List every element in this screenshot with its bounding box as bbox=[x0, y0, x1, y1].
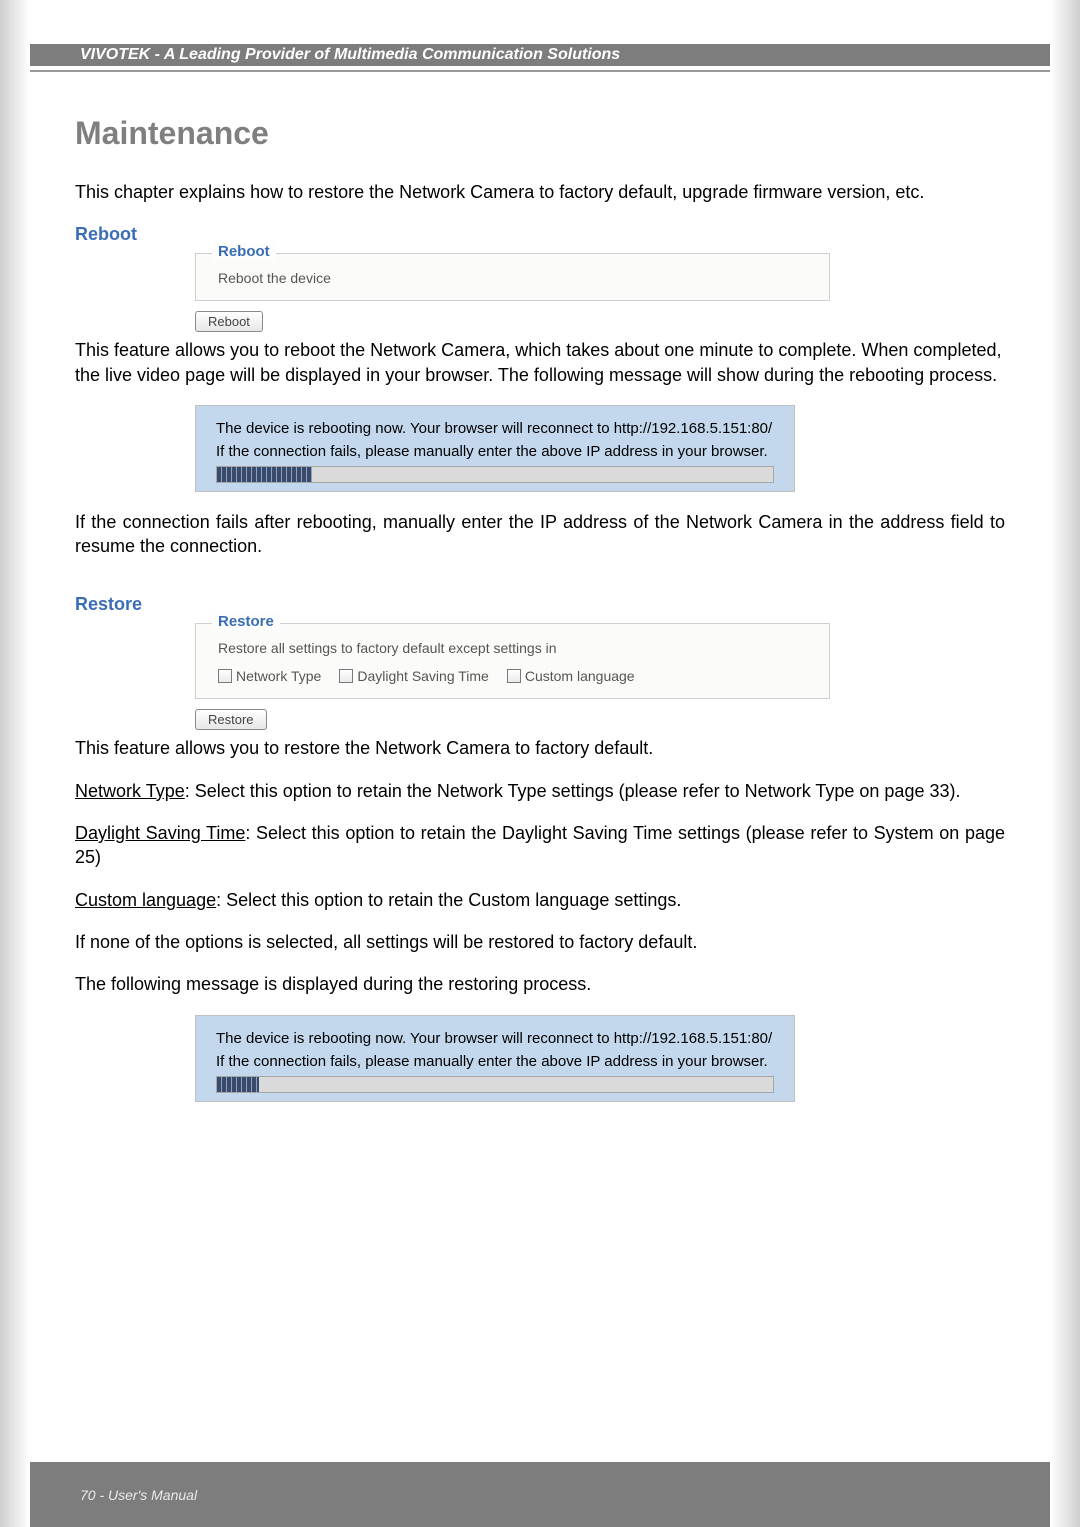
reboot-message-box: The device is rebooting now. Your browse… bbox=[195, 405, 795, 492]
reboot-desc: Reboot the device bbox=[218, 270, 807, 286]
custom-language-label: Custom language bbox=[75, 890, 216, 910]
checkbox-network-type[interactable] bbox=[218, 669, 232, 683]
reboot-msg-line1: The device is rebooting now. Your browse… bbox=[216, 420, 774, 437]
checkbox-label-custom-language: Custom language bbox=[525, 668, 635, 684]
restore-button[interactable]: Restore bbox=[195, 709, 267, 730]
restore-desc: Restore all settings to factory default … bbox=[218, 640, 807, 656]
page-title: Maintenance bbox=[75, 115, 1005, 152]
reboot-progress bbox=[216, 466, 774, 483]
reboot-paragraph-1: This feature allows you to reboot the Ne… bbox=[75, 338, 1005, 387]
network-type-label: Network Type bbox=[75, 781, 185, 801]
reboot-msg-line2: If the connection fails, please manually… bbox=[216, 443, 774, 460]
daylight-saving-label: Daylight Saving Time bbox=[75, 823, 245, 843]
checkbox-label-network-type: Network Type bbox=[236, 668, 321, 684]
restore-paragraph-dst: Daylight Saving Time: Select this option… bbox=[75, 821, 1005, 870]
restore-paragraph-cl: Custom language: Select this option to r… bbox=[75, 888, 1005, 912]
restore-legend: Restore bbox=[212, 613, 280, 630]
restore-paragraph-nt: Network Type: Select this option to reta… bbox=[75, 779, 1005, 803]
header-text: VIVOTEK - A Leading Provider of Multimed… bbox=[80, 46, 620, 64]
restore-paragraph-1: This feature allows you to restore the N… bbox=[75, 736, 1005, 760]
restore-paragraph-4: If none of the options is selected, all … bbox=[75, 930, 1005, 954]
footer-text: 70 - User's Manual bbox=[80, 1487, 197, 1503]
restore-msg-line1: The device is rebooting now. Your browse… bbox=[216, 1030, 774, 1047]
reboot-fieldset: Reboot Reboot the device bbox=[195, 253, 830, 301]
network-type-rest: : Select this option to retain the Netwo… bbox=[185, 781, 961, 801]
restore-msg-line2: If the connection fails, please manually… bbox=[216, 1053, 774, 1070]
page-footer: 70 - User's Manual bbox=[30, 1462, 1050, 1527]
restore-paragraph-5: The following message is displayed durin… bbox=[75, 972, 1005, 996]
restore-fieldset: Restore Restore all settings to factory … bbox=[195, 623, 830, 699]
custom-language-rest: : Select this option to retain the Custo… bbox=[216, 890, 681, 910]
reboot-paragraph-2: If the connection fails after rebooting,… bbox=[75, 510, 1005, 559]
reboot-button[interactable]: Reboot bbox=[195, 311, 263, 332]
page-header: VIVOTEK - A Leading Provider of Multimed… bbox=[30, 44, 1050, 84]
reboot-legend: Reboot bbox=[212, 243, 276, 260]
checkbox-daylight-saving[interactable] bbox=[339, 669, 353, 683]
restore-heading: Restore bbox=[75, 594, 1005, 615]
reboot-heading: Reboot bbox=[75, 224, 1005, 245]
checkbox-custom-language[interactable] bbox=[507, 669, 521, 683]
restore-message-box: The device is rebooting now. Your browse… bbox=[195, 1015, 795, 1102]
restore-progress bbox=[216, 1076, 774, 1093]
checkbox-label-daylight-saving: Daylight Saving Time bbox=[357, 668, 489, 684]
intro-paragraph: This chapter explains how to restore the… bbox=[75, 180, 1005, 204]
